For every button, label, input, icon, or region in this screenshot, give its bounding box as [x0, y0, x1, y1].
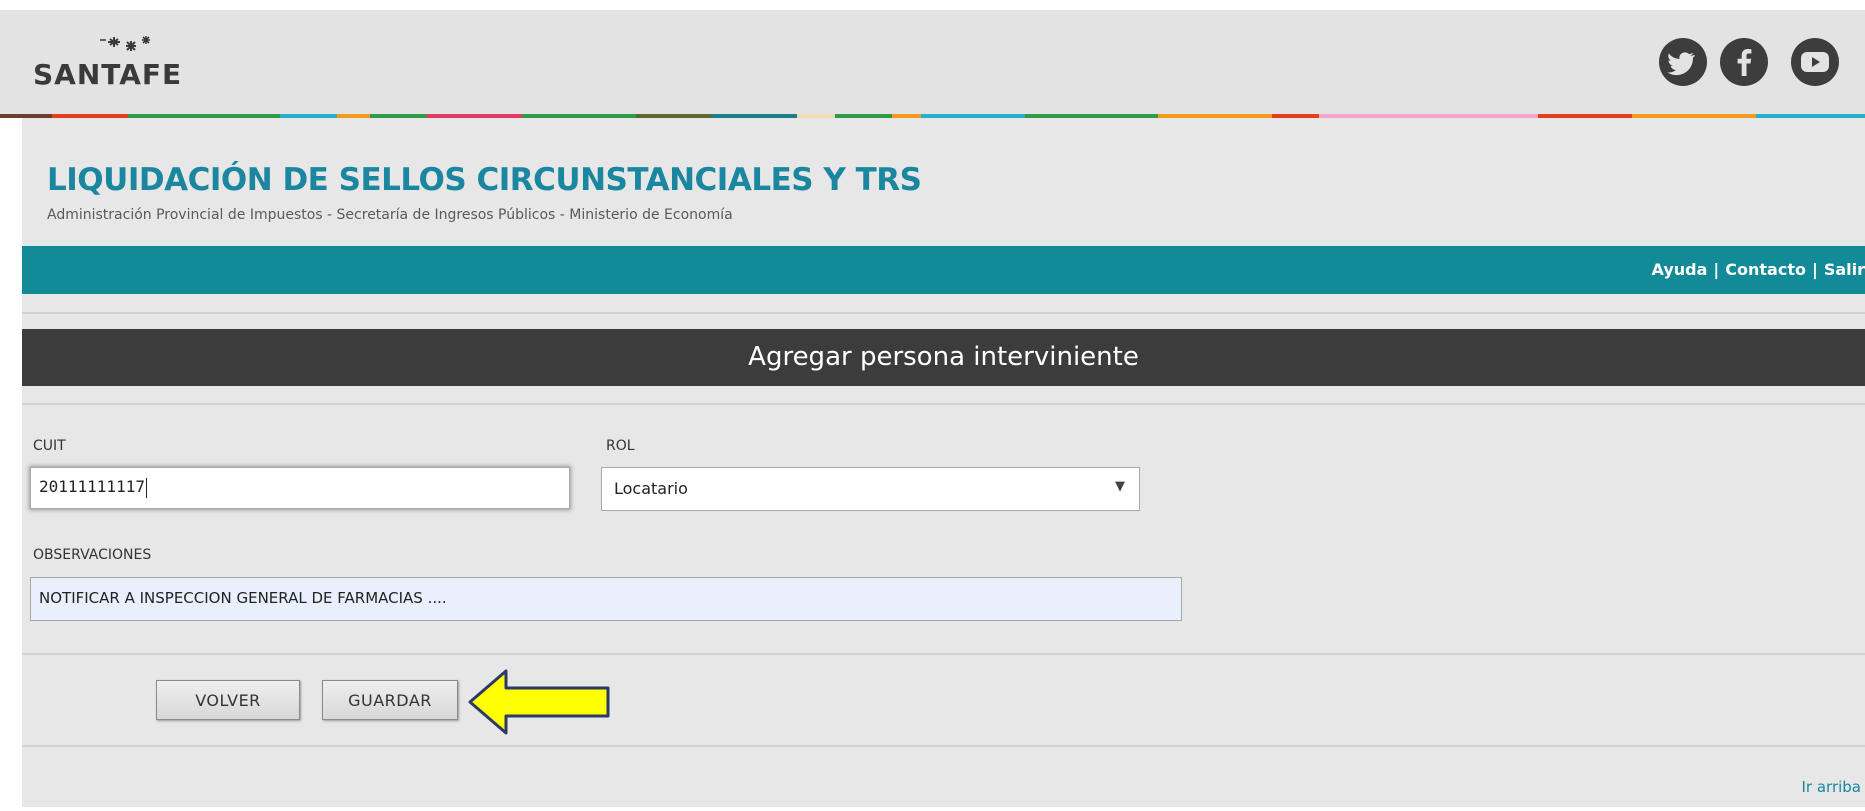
- divider: [22, 745, 1865, 747]
- twitter-icon: [1667, 52, 1695, 76]
- cuit-input[interactable]: 20111111117: [30, 467, 570, 509]
- go-top-link[interactable]: Ir arriba: [1801, 778, 1861, 796]
- contact-link[interactable]: Contacto: [1725, 260, 1806, 279]
- twitter-button[interactable]: [1659, 38, 1707, 86]
- divider: [22, 312, 1865, 314]
- guardar-button[interactable]: GUARDAR: [322, 680, 458, 720]
- section-title: Agregar persona interviniente: [22, 329, 1865, 386]
- rol-select[interactable]: Locatario ▼: [601, 467, 1140, 511]
- logo-text: SANTAFE: [33, 58, 183, 91]
- site-header: [0, 10, 1865, 116]
- logo-stars-icon: [100, 36, 150, 51]
- facebook-button[interactable]: [1720, 38, 1768, 86]
- app-title: LIQUIDACIÓN DE SELLOS CIRCUNSTANCIALES Y…: [47, 162, 922, 198]
- observaciones-value: NOTIFICAR A INSPECCION GENERAL DE FARMAC…: [39, 589, 447, 607]
- dropdown-arrow-icon: ▼: [1115, 479, 1125, 494]
- top-border: [0, 0, 1865, 10]
- cuit-label: CUIT: [33, 438, 66, 454]
- divider: [22, 653, 1865, 655]
- bottom-border: [0, 807, 1865, 811]
- divider: [22, 403, 1865, 405]
- cuit-value: 20111111117: [39, 477, 145, 496]
- youtube-button[interactable]: [1791, 38, 1839, 86]
- text-caret: [145, 477, 147, 498]
- facebook-icon: [1737, 49, 1752, 76]
- observaciones-label: OBSERVACIONES: [33, 547, 152, 563]
- rol-label: ROL: [606, 438, 635, 454]
- observaciones-input[interactable]: NOTIFICAR A INSPECCION GENERAL DE FARMAC…: [30, 577, 1182, 621]
- logout-link[interactable]: Salir: [1824, 260, 1865, 279]
- nav-links: Ayuda | Contacto | Salir: [1652, 260, 1865, 279]
- yellow-arrow-pointer-icon: [468, 669, 610, 735]
- help-link[interactable]: Ayuda: [1652, 260, 1708, 279]
- youtube-icon: [1801, 52, 1829, 72]
- volver-button[interactable]: VOLVER: [156, 680, 300, 720]
- rol-selected-value: Locatario: [614, 479, 688, 498]
- nav-separator: |: [1811, 260, 1818, 279]
- left-gutter: [0, 118, 22, 811]
- nav-separator: |: [1713, 260, 1720, 279]
- app-subtitle: Administración Provincial de Impuestos -…: [47, 207, 733, 223]
- nav-bar: Ayuda | Contacto | Salir: [22, 246, 1865, 294]
- santa-fe-logo[interactable]: SANTAFE: [33, 34, 193, 94]
